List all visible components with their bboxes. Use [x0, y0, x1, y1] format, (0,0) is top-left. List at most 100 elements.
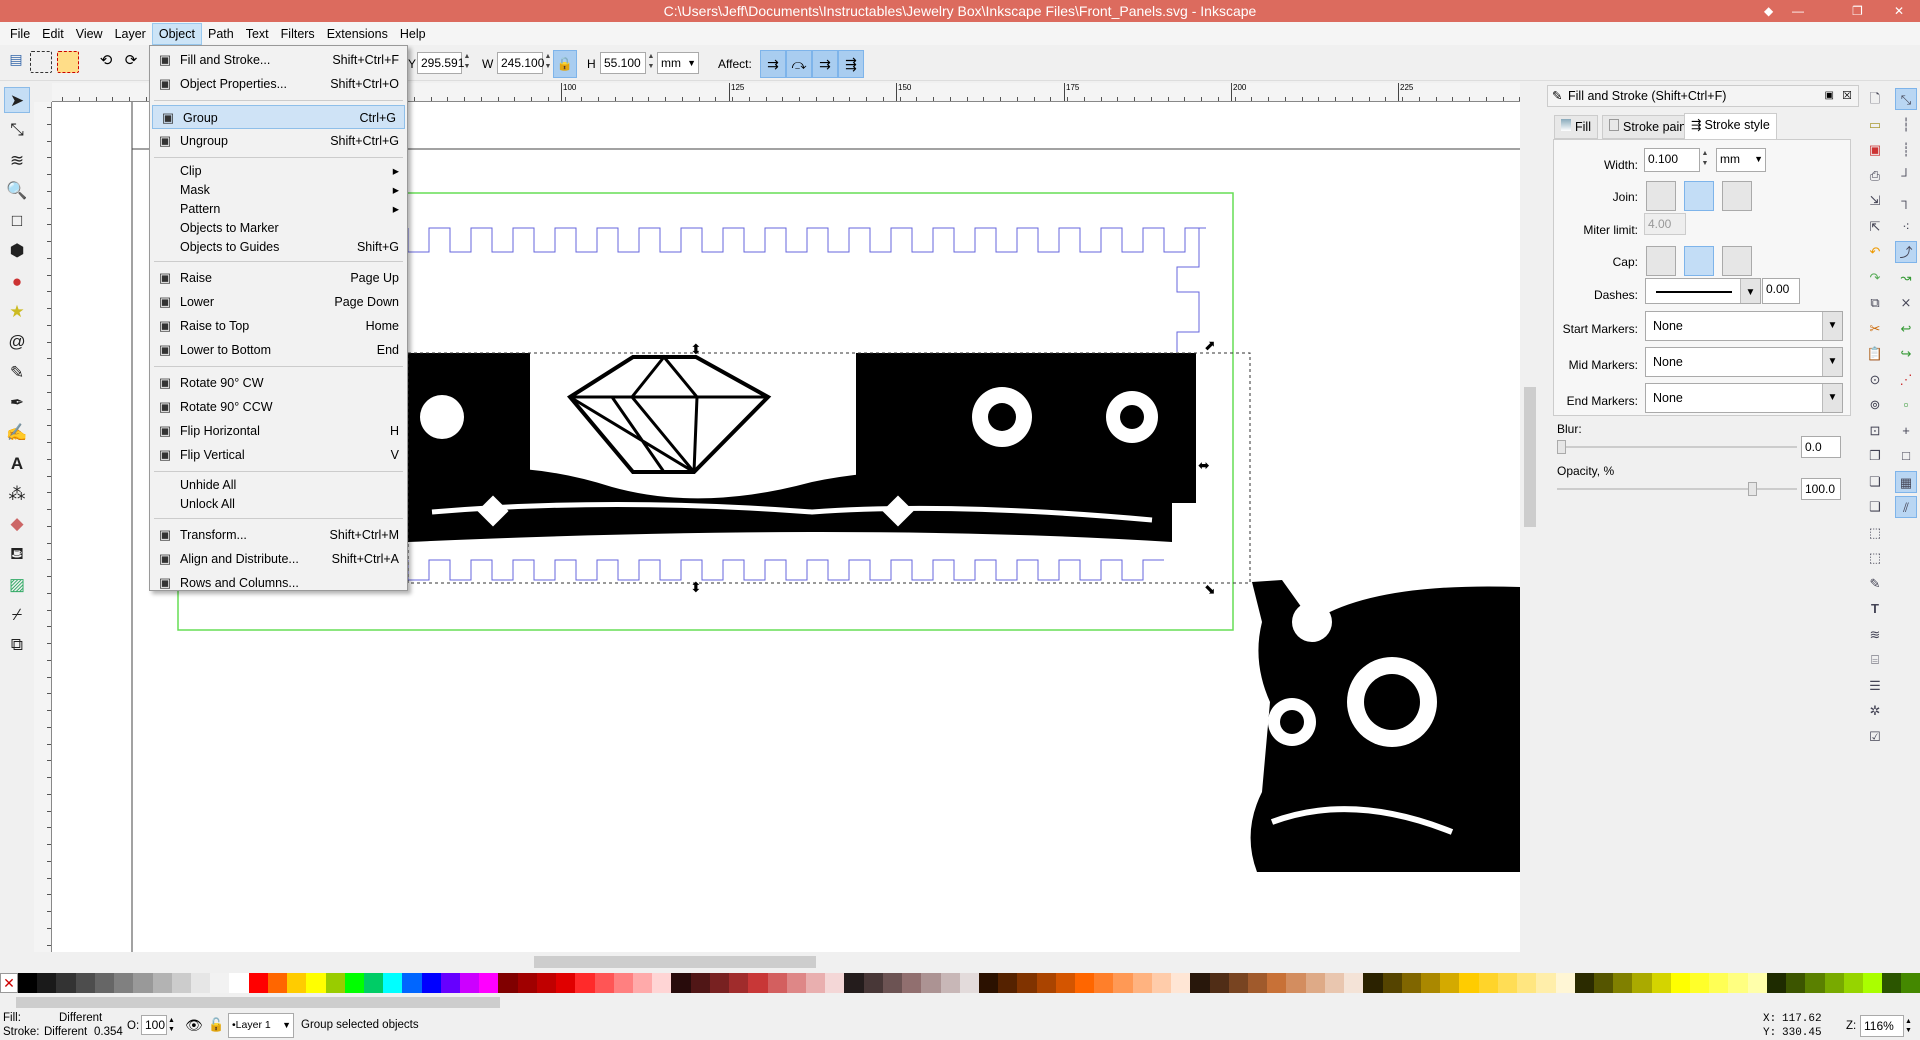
h-spinner[interactable]: ▲ ▼: [646, 52, 656, 74]
menu-item-objects-to-marker[interactable]: Objects to Marker: [150, 219, 407, 238]
zoom-field[interactable]: 116%: [1860, 1015, 1904, 1037]
color-swatch[interactable]: [1843, 973, 1863, 993]
color-swatch[interactable]: [709, 973, 730, 993]
vertical-scrollbar[interactable]: [1520, 102, 1540, 952]
color-swatch[interactable]: [863, 973, 883, 993]
color-swatch[interactable]: [18, 973, 38, 993]
close-button[interactable]: ✕: [1894, 0, 1904, 22]
y-spinner[interactable]: ▲ ▼: [462, 52, 472, 74]
color-swatch[interactable]: [1171, 973, 1191, 993]
snap-grid-icon[interactable]: ▦: [1895, 470, 1917, 493]
layer-select[interactable]: •Layer 1 ▼: [228, 1013, 294, 1038]
color-swatch[interactable]: [1017, 973, 1037, 993]
opacity-spinner[interactable]: ▲ ▼: [168, 1016, 175, 1034]
color-swatch[interactable]: [1882, 973, 1902, 993]
ellipse-tool-icon[interactable]: ●: [4, 269, 30, 295]
miter-join-button[interactable]: [1646, 181, 1676, 211]
color-swatch[interactable]: [1113, 973, 1133, 993]
eraser-tool-icon[interactable]: ◆: [4, 511, 30, 537]
color-swatch[interactable]: [1632, 973, 1652, 993]
opacity-slider[interactable]: [1557, 482, 1797, 496]
color-swatch[interactable]: [1305, 973, 1325, 993]
save-icon[interactable]: ▣: [1864, 139, 1886, 161]
color-swatch[interactable]: [75, 973, 95, 993]
snap-toggle-icon[interactable]: ⤡: [1895, 88, 1917, 110]
tab-fill[interactable]: Fill: [1554, 115, 1598, 139]
stroke-unit-select[interactable]: mm ▼: [1716, 148, 1766, 172]
color-swatch[interactable]: [748, 973, 768, 993]
snap-bbox-midpoints-icon[interactable]: ┐: [1895, 190, 1917, 212]
menu-item-clip[interactable]: Clip ▸: [150, 162, 407, 181]
connector-tool-icon[interactable]: ⧉: [4, 632, 30, 658]
horizontal-scroll-thumb[interactable]: [534, 956, 816, 968]
menu-extensions[interactable]: Extensions: [321, 24, 394, 44]
color-swatch[interactable]: [556, 973, 576, 993]
color-swatch[interactable]: [171, 973, 191, 993]
document-properties-icon[interactable]: ☑: [1864, 726, 1886, 748]
calligraphy-tool-icon[interactable]: ✍: [4, 420, 30, 446]
color-swatch[interactable]: [1055, 973, 1076, 993]
zoom-drawing-icon[interactable]: ⊚: [1864, 394, 1886, 416]
snap-intersections-icon[interactable]: ⨯: [1895, 292, 1917, 314]
spiral-tool-icon[interactable]: @: [4, 329, 30, 355]
color-swatch[interactable]: [402, 973, 422, 993]
color-swatch[interactable]: [1574, 973, 1594, 993]
color-swatch[interactable]: [575, 973, 595, 993]
menu-layer[interactable]: Layer: [109, 24, 152, 44]
color-swatch[interactable]: [229, 973, 249, 993]
color-swatch[interactable]: [1459, 973, 1479, 993]
color-swatch[interactable]: [1382, 973, 1402, 993]
color-swatch[interactable]: [498, 973, 518, 993]
color-swatch[interactable]: [1728, 973, 1748, 993]
color-swatch[interactable]: [729, 973, 749, 993]
menu-item-raise[interactable]: ▣ Raise Page Up: [150, 266, 407, 290]
color-swatch[interactable]: [1190, 973, 1210, 993]
text-tool-icon[interactable]: A: [4, 451, 30, 477]
menu-item-unhide-all[interactable]: Unhide All: [150, 476, 407, 495]
clone-icon[interactable]: ❏: [1864, 471, 1886, 493]
color-swatch[interactable]: [363, 973, 384, 993]
color-swatch[interactable]: [1209, 973, 1229, 993]
horizontal-scrollbar[interactable]: [52, 952, 1520, 971]
menu-item-align-and-distribute[interactable]: ▣ Align and Distribute... Shift+Ctrl+A: [150, 547, 407, 571]
menu-path[interactable]: Path: [202, 24, 240, 44]
3d-box-tool-icon[interactable]: ⬢: [4, 238, 30, 264]
color-swatch[interactable]: [613, 973, 633, 993]
color-swatch[interactable]: [594, 973, 614, 993]
color-swatch[interactable]: [1863, 973, 1883, 993]
move-patterns-icon[interactable]: ⇶: [838, 50, 864, 78]
color-swatch[interactable]: [1690, 973, 1710, 993]
color-swatch[interactable]: [440, 973, 461, 993]
color-palette[interactable]: ✕: [0, 973, 1920, 993]
color-swatch[interactable]: [56, 973, 76, 993]
color-swatch[interactable]: [152, 973, 172, 993]
rectangle-tool-icon[interactable]: □: [4, 208, 30, 234]
color-swatch[interactable]: [1901, 973, 1920, 993]
blur-slider-handle[interactable]: [1557, 440, 1566, 454]
color-swatch[interactable]: [114, 973, 134, 993]
square-cap-button[interactable]: [1722, 246, 1752, 276]
palette-scrollbar[interactable]: [0, 994, 1920, 1011]
duplicate-icon[interactable]: ❐: [1864, 445, 1886, 467]
butt-cap-button[interactable]: [1646, 246, 1676, 276]
color-swatch[interactable]: [1036, 973, 1056, 993]
new-document-icon[interactable]: 🗋: [1864, 88, 1886, 110]
color-swatch[interactable]: [1440, 973, 1460, 993]
unit-select[interactable]: mm ▼: [657, 52, 699, 74]
stroke-width-spinner[interactable]: ▲ ▼: [1700, 149, 1710, 171]
menu-item-group[interactable]: ▣ Group Ctrl+G: [152, 105, 405, 129]
zoom-tool-icon[interactable]: 🔍: [4, 178, 30, 204]
menu-item-rotate-90-cw[interactable]: ▣ Rotate 90° CW: [150, 371, 407, 395]
tab-stroke-paint[interactable]: Stroke paint: [1602, 115, 1697, 139]
start-markers-select[interactable]: None ▼: [1645, 311, 1843, 341]
menu-item-flip-horizontal[interactable]: ▣ Flip Horizontal H: [150, 419, 407, 443]
color-swatch[interactable]: [1401, 973, 1421, 993]
dropper-tool-icon[interactable]: ⌿: [4, 602, 30, 628]
vertical-ruler[interactable]: [34, 102, 52, 952]
cut-icon[interactable]: ✂: [1864, 318, 1886, 340]
w-field[interactable]: 245.100: [497, 52, 544, 74]
color-swatch[interactable]: [479, 973, 499, 993]
gradient-tool-icon[interactable]: ▨: [4, 572, 30, 598]
lock-icon[interactable]: 🔒: [553, 50, 577, 78]
snap-bbox-edges-icon[interactable]: ┊: [1895, 139, 1917, 161]
